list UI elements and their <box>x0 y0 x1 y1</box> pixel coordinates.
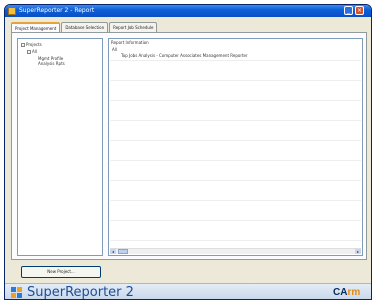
row-divider <box>110 100 361 101</box>
row-divider <box>110 220 361 221</box>
row-divider <box>110 60 361 61</box>
tab-database-selection[interactable]: Database Selection <box>61 22 109 32</box>
minimize-icon[interactable]: _ <box>344 6 353 15</box>
row-divider <box>110 120 361 121</box>
report-info-pane: Report Information All Top Jobs Analysis… <box>108 38 363 256</box>
project-tree[interactable]: - Projects - All Mgmt Profile Analysis Rpt… <box>17 38 103 256</box>
report-row[interactable]: Top Jobs Analysis - Computer Associates … <box>121 53 248 58</box>
row-divider <box>110 200 361 201</box>
scroll-left-icon[interactable]: ◂ <box>110 249 116 254</box>
collapse-icon[interactable]: - <box>21 43 25 47</box>
main-window: SuperReporter 2 - Report _ × Project Man… <box>4 4 372 300</box>
superreporter-logo-icon <box>11 287 22 298</box>
row-divider <box>110 180 361 181</box>
row-divider <box>110 80 361 81</box>
tree-node-root[interactable]: - Projects <box>21 42 42 47</box>
company-logo: CArm <box>333 287 361 298</box>
tab-strip: Project Management Database Selection Re… <box>11 22 158 33</box>
row-divider <box>110 240 361 241</box>
tab-panel: - Projects - All Mgmt Profile Analysis Rpt… <box>11 32 367 260</box>
row-divider <box>110 140 361 141</box>
tree-node-root-label: Projects <box>26 42 42 47</box>
title-bar[interactable]: SuperReporter 2 - Report _ × <box>5 5 371 17</box>
tab-report-job-schedule[interactable]: Report Job Schedule <box>109 22 158 32</box>
row-divider <box>110 160 361 161</box>
scroll-right-icon[interactable]: ▸ <box>355 249 361 254</box>
tree-leaf-analysis[interactable]: Analysis Rpts <box>38 61 65 66</box>
new-project-button[interactable]: New Project... <box>21 266 101 278</box>
tree-node-all-label: All <box>32 49 37 54</box>
brand-bar: SuperReporter 2 CArm <box>5 283 371 300</box>
close-icon[interactable]: × <box>355 6 364 15</box>
report-info-label: Report Information <box>111 40 149 45</box>
tree-node-all[interactable]: - All <box>27 49 37 54</box>
product-name: SuperReporter 2 <box>27 285 134 300</box>
window-title: SuperReporter 2 - Report <box>19 7 95 14</box>
app-window-icon <box>8 7 16 15</box>
scroll-thumb[interactable] <box>118 249 128 254</box>
horizontal-scrollbar[interactable]: ◂ ▸ <box>110 248 361 254</box>
report-group-label[interactable]: All <box>112 47 117 52</box>
collapse-icon[interactable]: - <box>27 50 31 54</box>
